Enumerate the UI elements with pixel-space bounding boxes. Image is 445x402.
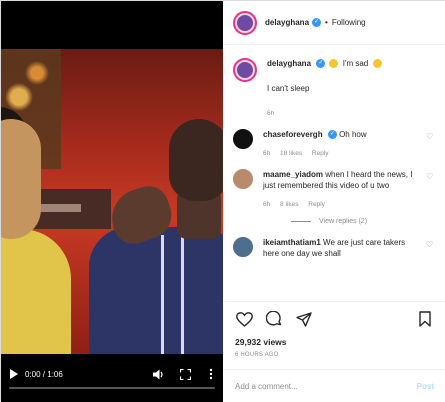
share-icon[interactable] — [295, 310, 313, 328]
post-actions: 29,932 views 6 HOURS AGO — [223, 301, 445, 358]
comment-likes[interactable]: 18 likes — [280, 150, 302, 157]
video-player[interactable]: 0:00 / 1:06 — [1, 1, 223, 402]
more-icon[interactable] — [205, 368, 217, 380]
list-item: chaseforevergh ✓ Oh how 6h 18 likes Repl… — [233, 129, 434, 159]
save-bookmark-icon[interactable] — [416, 310, 434, 328]
comment-icon[interactable] — [265, 310, 283, 328]
comments-list[interactable]: delayghana ✓ I'm sad I can't sleep 6h ch… — [223, 46, 445, 301]
separator: • — [325, 18, 328, 27]
comment-time[interactable]: 6h — [263, 150, 270, 157]
avatar[interactable] — [233, 129, 253, 149]
comment-likes[interactable]: 8 likes — [280, 201, 298, 208]
video-frame — [1, 49, 223, 354]
comment-username[interactable]: ikeiamthatiam1 — [263, 238, 321, 247]
following-button[interactable]: Following — [332, 18, 366, 27]
video-progress-bar[interactable] — [9, 387, 215, 389]
comment-username[interactable]: maame_yiadom — [263, 170, 323, 179]
avatar[interactable] — [233, 10, 257, 35]
post-timestamp[interactable]: 6 HOURS AGO — [235, 352, 434, 358]
caption-time[interactable]: 6h — [267, 110, 274, 117]
comment-username[interactable]: chaseforevergh — [263, 130, 323, 139]
caption: delayghana ✓ I'm sad I can't sleep 6h — [233, 58, 434, 119]
heart-icon[interactable]: ♡ — [426, 241, 434, 249]
header-username[interactable]: delayghana — [265, 18, 309, 27]
heart-icon[interactable]: ♡ — [426, 133, 434, 141]
avatar[interactable] — [233, 58, 257, 82]
view-replies-button[interactable]: View replies (2) — [291, 218, 434, 225]
verified-icon: ✓ — [316, 59, 326, 69]
post-button[interactable]: Post — [417, 382, 434, 391]
list-item: maame_yiadom when I heard the news, I ju… — [233, 169, 434, 210]
caption-username[interactable]: delayghana — [267, 59, 311, 68]
reply-button[interactable]: Reply — [312, 150, 329, 157]
play-icon[interactable] — [7, 368, 19, 380]
volume-icon[interactable] — [153, 368, 165, 380]
reply-button[interactable]: Reply — [308, 201, 325, 208]
post-modal: 0:00 / 1:06 delayghana ✓ • Following del… — [0, 0, 445, 402]
heart-icon[interactable]: ♡ — [426, 173, 434, 181]
view-count[interactable]: 29,932 views — [235, 337, 434, 347]
comment-time[interactable]: 6h — [263, 201, 270, 208]
caption-line2: I can't sleep — [267, 84, 310, 93]
add-comment-bar: Add a comment... Post — [223, 369, 445, 402]
comment-text: Oh how — [339, 130, 367, 139]
video-time: 0:00 / 1:06 — [25, 369, 63, 379]
sad-emoji-icon — [372, 59, 382, 69]
verified-icon: ✓ — [327, 130, 337, 140]
verified-icon: ✓ — [312, 18, 322, 27]
caption-text: I'm sad — [342, 59, 369, 68]
avatar[interactable] — [233, 237, 253, 257]
view-replies-label: View replies (2) — [319, 218, 368, 225]
video-controls: 0:00 / 1:06 — [1, 359, 223, 389]
comment-input[interactable]: Add a comment... — [235, 382, 417, 391]
fullscreen-icon[interactable] — [179, 368, 191, 380]
sad-emoji-icon — [329, 59, 339, 69]
post-side-panel: delayghana ✓ • Following delayghana ✓ I'… — [223, 1, 445, 402]
post-header: delayghana ✓ • Following — [223, 1, 445, 45]
avatar[interactable] — [233, 169, 253, 189]
list-item: ikeiamthatiam1 We are just care takers h… — [233, 237, 434, 259]
like-heart-icon[interactable] — [235, 310, 253, 328]
